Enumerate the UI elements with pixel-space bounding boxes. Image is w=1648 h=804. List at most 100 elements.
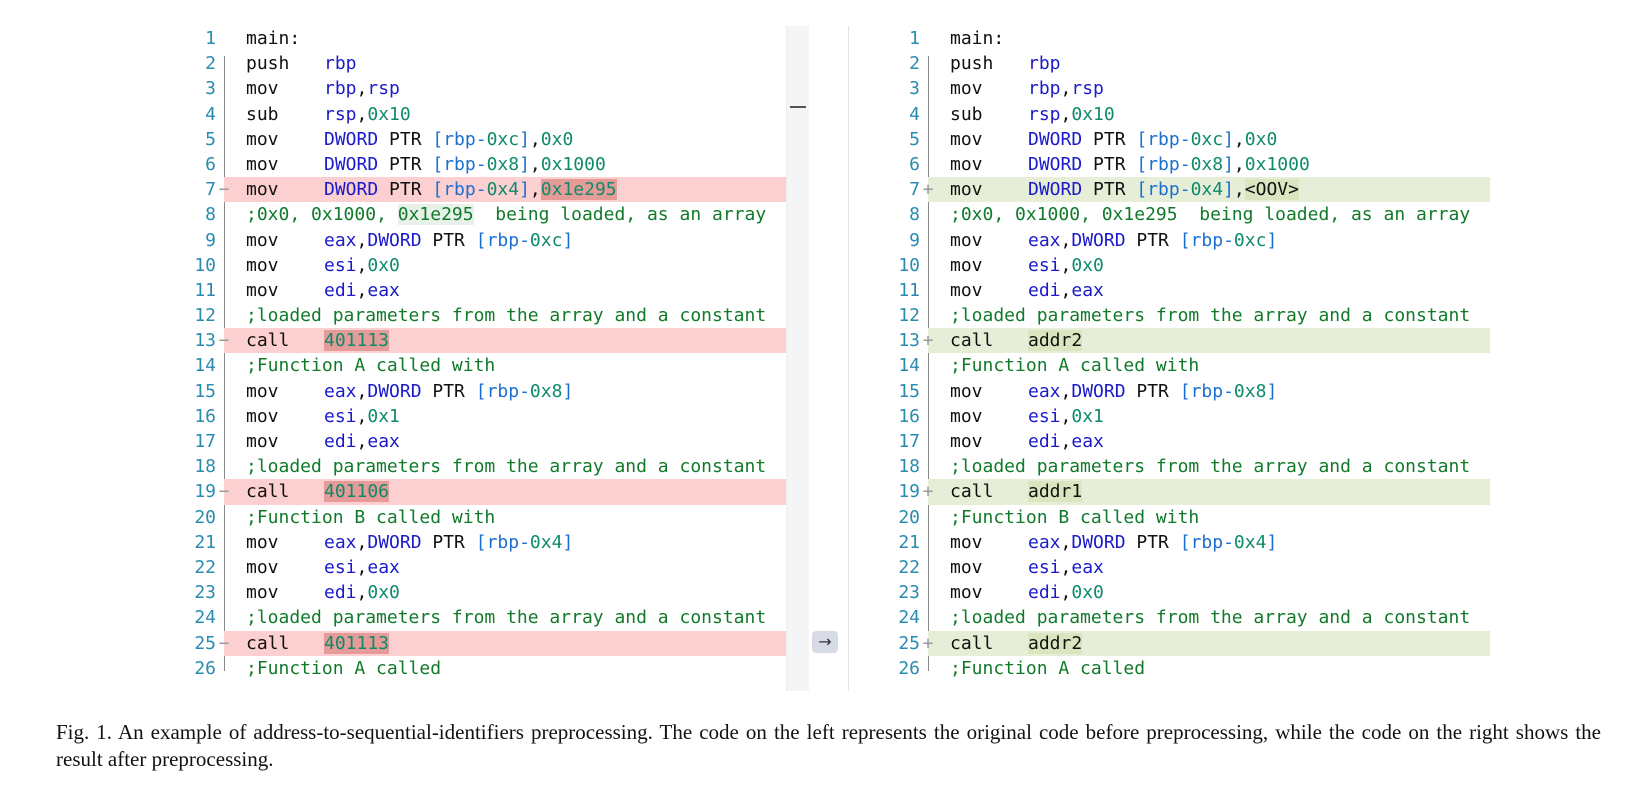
code-line: 13 + call addr2 bbox=[880, 328, 1490, 354]
code-line: 20 ;Function B called with bbox=[880, 505, 1490, 530]
code-token: [rbp- bbox=[432, 179, 487, 201]
code-line: 1 main: bbox=[176, 26, 806, 51]
code-token: DWORD bbox=[1071, 380, 1126, 402]
added-marker: + bbox=[922, 632, 934, 654]
code-line: 9 mov eax,DWORD PTR [rbp-0xc] bbox=[176, 228, 806, 253]
code-token: 0x8 bbox=[1190, 153, 1224, 175]
line-number: 12 bbox=[194, 305, 216, 327]
code-token: ;0x0, 0x1000, bbox=[246, 204, 398, 226]
code-token: eax bbox=[324, 531, 357, 553]
code-token: edi bbox=[1028, 582, 1061, 604]
code-token: eax bbox=[1071, 556, 1104, 578]
code-token: 0xc bbox=[1190, 128, 1224, 150]
code-text: ;Function A called bbox=[940, 656, 1490, 681]
code-line: 12 ;loaded parameters from the array and … bbox=[176, 303, 806, 328]
code-token: , bbox=[529, 128, 541, 150]
code-token: , bbox=[1060, 380, 1072, 402]
code-token: 0x1000 bbox=[540, 153, 606, 175]
line-number: 14 bbox=[898, 355, 920, 377]
line-number: 4 bbox=[909, 103, 920, 125]
code-text: ;Function A called bbox=[236, 656, 806, 681]
code-text: mov esi,eax bbox=[236, 555, 806, 580]
scrollbar-thumb[interactable] bbox=[790, 106, 806, 108]
code-token: eax bbox=[1071, 279, 1104, 301]
apply-change-button[interactable]: → bbox=[812, 631, 838, 653]
code-text: ;Function B called with bbox=[236, 505, 806, 530]
code-token: 0x10 bbox=[1071, 103, 1115, 125]
code-text: ;0x0, 0x1000, 0x1e295 being loaded, as a… bbox=[940, 202, 1490, 227]
opcode: mov bbox=[246, 431, 279, 452]
code-token: 0x8 bbox=[1233, 380, 1267, 402]
code-token: PTR bbox=[421, 380, 476, 402]
opcode: mov bbox=[950, 531, 983, 553]
line-number: 17 bbox=[194, 431, 216, 452]
code-token: PTR bbox=[1125, 229, 1180, 251]
line-number: 18 bbox=[898, 456, 920, 478]
code-token: , bbox=[1060, 431, 1072, 452]
code-text: mov esi,0x0 bbox=[940, 253, 1490, 278]
code-token: PTR bbox=[1125, 380, 1180, 402]
line-number: 8 bbox=[909, 204, 920, 226]
code-line: 13− call 401113 bbox=[176, 328, 806, 354]
code-text: mov edi,eax bbox=[940, 429, 1490, 454]
code-line: 5 mov DWORD PTR [rbp-0xc],0x0 bbox=[880, 127, 1490, 152]
opcode: mov bbox=[950, 431, 983, 452]
line-number: 20 bbox=[194, 506, 216, 528]
opcode: push bbox=[950, 53, 994, 75]
code-token: PTR bbox=[1125, 531, 1180, 553]
code-token: ] bbox=[1223, 179, 1234, 201]
code-token: [rbp- bbox=[1179, 380, 1234, 402]
code-text: ;loaded parameters from the array and a … bbox=[940, 454, 1490, 479]
code-text: sub rsp,0x10 bbox=[236, 102, 806, 127]
code-text: push rbp bbox=[236, 51, 806, 76]
code-token: eax bbox=[1028, 531, 1061, 553]
code-line: 6 mov DWORD PTR [rbp-0x8],0x1000 bbox=[176, 152, 806, 177]
code-token: , bbox=[1233, 128, 1245, 150]
code-line: 8 ;0x0, 0x1000, 0x1e295 being loaded, as … bbox=[880, 202, 1490, 227]
code-token: [rbp- bbox=[475, 380, 530, 402]
code-token: 401113 bbox=[324, 632, 390, 654]
code-token: ;loaded parameters from the array and a … bbox=[950, 456, 1471, 478]
code-token: addr2 bbox=[1028, 632, 1083, 654]
code-line: 16 mov esi,0x1 bbox=[880, 404, 1490, 429]
line-number: 5 bbox=[909, 128, 920, 150]
opcode: mov bbox=[950, 279, 983, 301]
code-line: 18 ;loaded parameters from the array and … bbox=[176, 454, 806, 479]
code-token: , bbox=[356, 556, 368, 578]
opcode: mov bbox=[950, 556, 983, 578]
code-text: call 401113 bbox=[236, 631, 806, 656]
code-text: mov edi,eax bbox=[236, 429, 806, 454]
code-text: main: bbox=[940, 26, 1490, 51]
code-line: 10 mov esi,0x0 bbox=[176, 253, 806, 278]
code-token: ;0x0, 0x1000, 0x1e295 being loaded, as a… bbox=[950, 204, 1471, 226]
code-token: PTR bbox=[421, 229, 476, 251]
opcode: mov bbox=[246, 405, 279, 427]
code-text: mov eax,DWORD PTR [rbp-0x8] bbox=[236, 379, 806, 404]
code-line: 6 mov DWORD PTR [rbp-0x8],0x1000 bbox=[880, 152, 1490, 177]
code-token: ] bbox=[562, 229, 574, 251]
scrollbar[interactable] bbox=[786, 26, 809, 691]
code-text: mov DWORD PTR [rbp-0x8],0x1000 bbox=[940, 152, 1490, 177]
code-token: esi bbox=[324, 254, 357, 276]
preprocessed-code-pane: 1 main: 2 push rbp 3 mov rbp,rsp 4 sub rsp,0x10 5 mo… bbox=[880, 26, 1490, 681]
code-text: call addr2 bbox=[940, 631, 1490, 656]
line-number: 7 bbox=[205, 179, 216, 201]
code-token: rbp bbox=[1028, 53, 1061, 75]
code-token: DWORD bbox=[1028, 128, 1083, 150]
line-number: 11 bbox=[194, 279, 216, 301]
code-token: <OOV> bbox=[1244, 179, 1299, 201]
code-token: DWORD bbox=[324, 153, 379, 175]
code-token: [rbp- bbox=[475, 531, 530, 553]
code-lines: 1 main: 2 push rbp 3 mov rbp,rsp 4 sub rsp,0x10 5 mo… bbox=[880, 26, 1490, 681]
line-number: 25 bbox=[898, 632, 920, 654]
line-number: 23 bbox=[898, 582, 920, 604]
code-token: [rbp- bbox=[432, 153, 487, 175]
code-text: mov eax,DWORD PTR [rbp-0x4] bbox=[940, 530, 1490, 555]
code-token: 0x10 bbox=[367, 103, 411, 125]
code-text: ;0x0, 0x1000, 0x1e295 being loaded, as a… bbox=[236, 202, 806, 227]
code-token: [rbp- bbox=[1136, 179, 1191, 201]
code-text: call addr1 bbox=[940, 479, 1490, 504]
code-token: , bbox=[356, 78, 368, 100]
line-number: 7 bbox=[909, 179, 920, 201]
code-token: ] bbox=[519, 128, 530, 150]
